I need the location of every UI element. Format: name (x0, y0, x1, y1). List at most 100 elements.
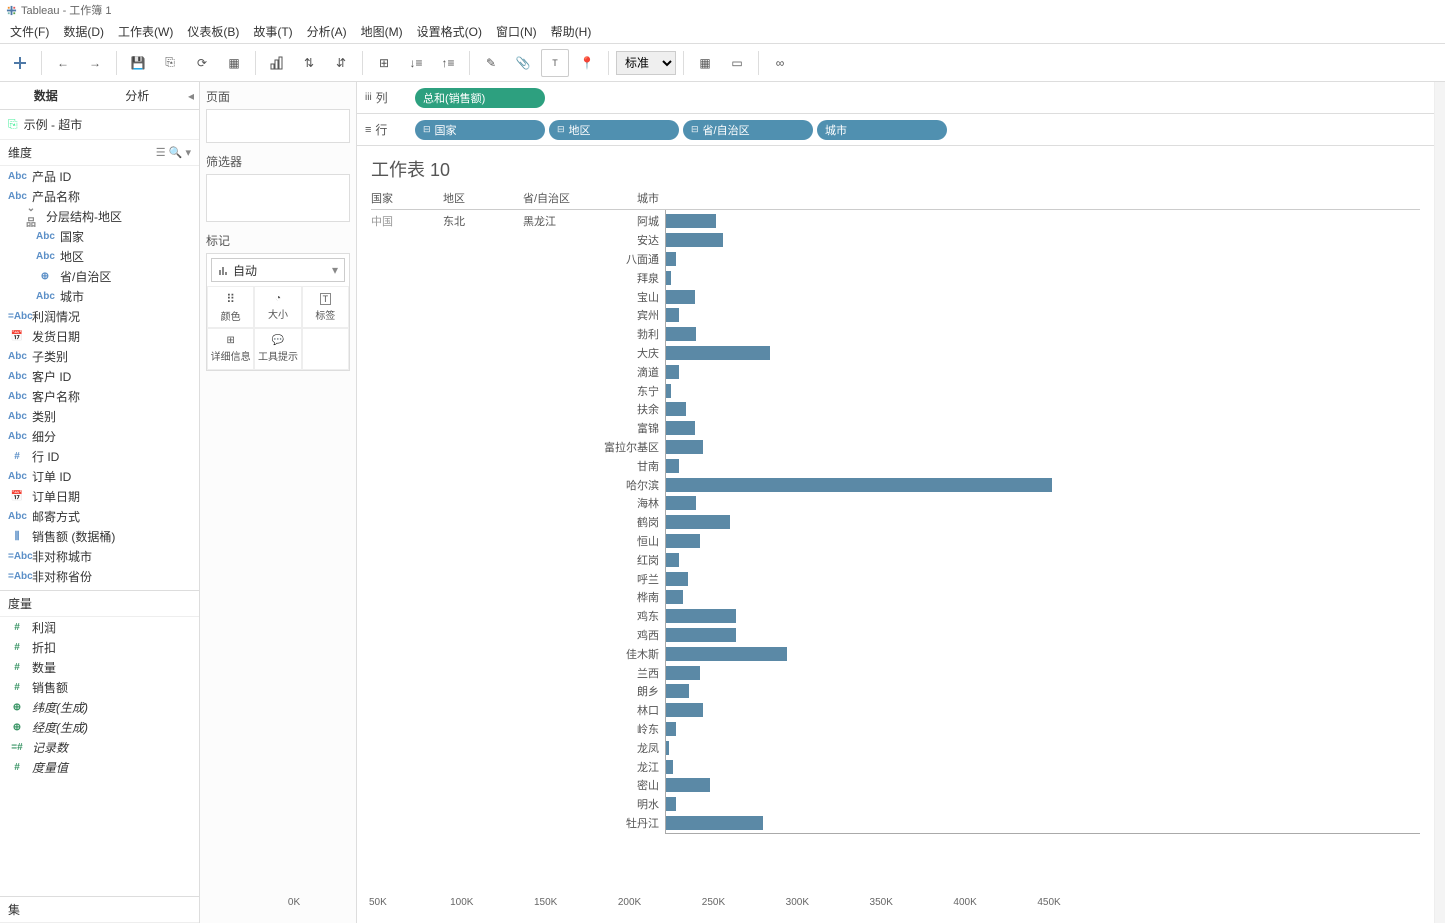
dimension-field[interactable]: Abc类别 (0, 406, 199, 426)
row-label[interactable]: 呼兰 (371, 569, 665, 588)
marks-color[interactable]: ⠿颜色 (207, 286, 254, 328)
undo-button[interactable]: ← (49, 49, 77, 77)
bar[interactable] (666, 271, 671, 285)
row-label[interactable]: 哈尔滨 (371, 475, 665, 494)
bar[interactable] (666, 590, 683, 604)
bar[interactable] (666, 534, 700, 548)
menu-item[interactable]: 仪表板(B) (181, 21, 245, 42)
marks-type-select[interactable]: 自动 ▾ (211, 258, 345, 282)
bar[interactable] (666, 684, 689, 698)
dimension-field[interactable]: Abc产品 ID (0, 166, 199, 186)
dimension-field[interactable]: =Abc非对称城市 (0, 546, 199, 566)
measure-field[interactable]: ⊕纬度(生成) (0, 697, 199, 717)
bar[interactable] (666, 402, 686, 416)
row-label[interactable]: 兰西 (371, 663, 665, 682)
bar[interactable] (666, 233, 723, 247)
bar[interactable] (666, 515, 730, 529)
row-label[interactable]: 朗乡 (371, 682, 665, 701)
row-label[interactable]: 拜泉 (371, 268, 665, 287)
bar[interactable] (666, 572, 688, 586)
bar[interactable] (666, 816, 763, 830)
redo-button[interactable]: → (81, 49, 109, 77)
measure-field[interactable]: #度量值 (0, 757, 199, 777)
bar[interactable] (666, 365, 679, 379)
measure-field[interactable]: #利润 (0, 617, 199, 637)
bar[interactable] (666, 778, 710, 792)
row-label[interactable]: 鸡西 (371, 626, 665, 645)
measure-field[interactable]: #数量 (0, 657, 199, 677)
row-label[interactable]: 富锦 (371, 419, 665, 438)
sort-desc-button[interactable]: ⇵ (327, 49, 355, 77)
menu-item[interactable]: 地图(M) (355, 21, 409, 42)
bar[interactable] (666, 290, 695, 304)
bar[interactable] (666, 797, 676, 811)
row-label[interactable]: 岭东 (371, 720, 665, 739)
bar[interactable] (666, 478, 1052, 492)
menu-item[interactable]: 数据(D) (57, 21, 110, 42)
row-label[interactable]: 红岗 (371, 550, 665, 569)
dimension-field[interactable]: =Abc非对称省份 (0, 566, 199, 586)
row-label[interactable]: 大庆 (371, 344, 665, 363)
bar[interactable] (666, 346, 770, 360)
row-label[interactable]: 富拉尔基区 (371, 438, 665, 457)
row-label[interactable]: 海林 (371, 494, 665, 513)
label-button[interactable]: T (541, 49, 569, 77)
row-label[interactable]: 龙江 (371, 757, 665, 776)
row-label[interactable]: 宝山 (371, 287, 665, 306)
sort2-button[interactable]: ↓≡ (402, 49, 430, 77)
row-label[interactable]: 中国东北黑龙江阿城 (371, 212, 665, 231)
bar[interactable] (666, 553, 679, 567)
new-sheet-button[interactable]: ▦ (220, 49, 248, 77)
bar[interactable] (666, 666, 700, 680)
row-label[interactable]: 宾州 (371, 306, 665, 325)
bar[interactable] (666, 308, 679, 322)
pill[interactable]: 城市 (817, 120, 947, 140)
dimension-field[interactable]: Abc细分 (0, 426, 199, 446)
sheet-title[interactable]: 工作表 10 (371, 156, 1420, 182)
bar[interactable] (666, 741, 669, 755)
rows-shelf[interactable]: ≡行 ⊟国家⊟地区⊟省/自治区城市 (357, 114, 1434, 146)
bar[interactable] (666, 252, 676, 266)
filters-card[interactable] (206, 174, 350, 222)
share-button[interactable]: ∞ (766, 49, 794, 77)
row-label[interactable]: 安达 (371, 231, 665, 250)
pill[interactable]: ⊟国家 (415, 120, 545, 140)
tab-data[interactable]: 数据 (0, 82, 92, 109)
highlight-button[interactable]: ✎ (477, 49, 505, 77)
sort3-button[interactable]: ↑≡ (434, 49, 462, 77)
menu-item[interactable]: 文件(F) (4, 21, 55, 42)
menu-item[interactable]: 故事(T) (247, 21, 298, 42)
row-label[interactable]: 密山 (371, 776, 665, 795)
attach-button[interactable]: 📎 (509, 49, 537, 77)
row-label[interactable]: 甘南 (371, 456, 665, 475)
dimension-field[interactable]: Abc邮寄方式 (0, 506, 199, 526)
tableau-icon[interactable] (6, 49, 34, 77)
group-button[interactable]: ⊞ (370, 49, 398, 77)
row-label[interactable]: 勃利 (371, 325, 665, 344)
dimension-field[interactable]: 📅发货日期 (0, 326, 199, 346)
pill[interactable]: ⊟省/自治区 (683, 120, 813, 140)
dimension-field[interactable]: 📅订单日期 (0, 486, 199, 506)
row-label[interactable]: 桦南 (371, 588, 665, 607)
dimension-field[interactable]: =Abc利润情况 (0, 306, 199, 326)
bar[interactable] (666, 496, 696, 510)
tab-collapse-icon[interactable]: ◂ (183, 82, 199, 109)
row-label[interactable]: 扶余 (371, 400, 665, 419)
bar[interactable] (666, 440, 703, 454)
dimension-field[interactable]: #行 ID (0, 446, 199, 466)
bar[interactable] (666, 214, 716, 228)
bar[interactable] (666, 703, 703, 717)
row-label[interactable]: 牡丹江 (371, 814, 665, 833)
bar[interactable] (666, 421, 695, 435)
menu-item[interactable]: 工作表(W) (112, 21, 179, 42)
refresh-button[interactable]: ⟳ (188, 49, 216, 77)
bar[interactable] (666, 760, 673, 774)
bar[interactable] (666, 722, 676, 736)
dimension-field[interactable]: Abc子类别 (0, 346, 199, 366)
dimension-field[interactable]: Abc客户 ID (0, 366, 199, 386)
new-ds-button[interactable]: ⎘ (156, 49, 184, 77)
dimension-field[interactable]: Abc城市 (0, 286, 199, 306)
sort-asc-button[interactable]: ⇅ (295, 49, 323, 77)
showme-button[interactable]: ▦ (691, 49, 719, 77)
datasource-row[interactable]: ⎘ 示例 - 超市 (0, 110, 199, 140)
